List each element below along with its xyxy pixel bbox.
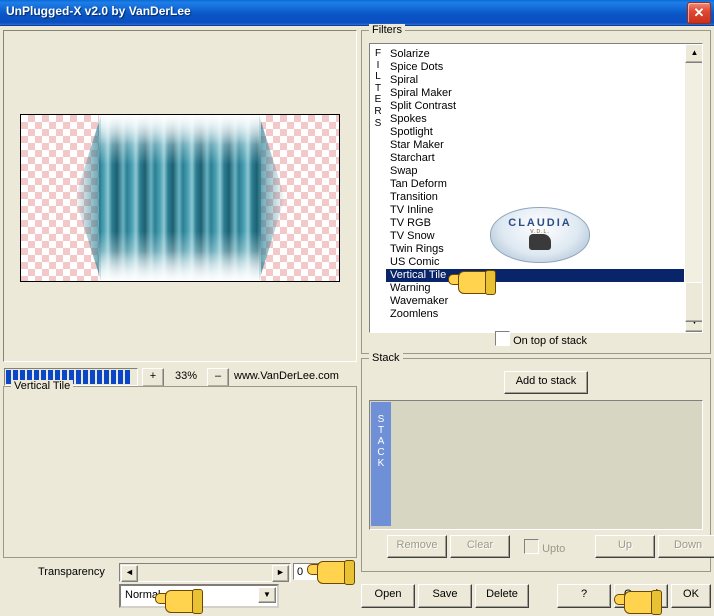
filter-list-item[interactable]: Spice Dots — [386, 61, 684, 74]
filter-list-item[interactable]: Split Contrast — [386, 100, 684, 113]
stack-list[interactable]: STACK — [369, 400, 703, 530]
filter-list-item[interactable]: Spiral Maker — [386, 87, 684, 100]
claudia-watermark-text: CLAUDIA — [508, 217, 572, 229]
remove-button[interactable]: Remove — [387, 535, 447, 558]
open-button[interactable]: Open — [361, 584, 415, 608]
filters-group: Filters FILTERS Solarize Spice Dots Spiral… — [361, 24, 711, 354]
preview-image[interactable] — [20, 114, 340, 282]
add-to-stack-button[interactable]: Add to stack — [504, 371, 588, 394]
dog-icon — [529, 234, 551, 250]
filter-list-items[interactable]: Solarize Spice Dots Spiral Spiral Maker Spli… — [386, 48, 684, 321]
filter-settings-group: Vertical Tile — [3, 380, 357, 558]
window-title: UnPlugged-X v2.0 by VanDerLee — [6, 4, 191, 18]
transparency-left-arrow[interactable]: ◄ — [121, 565, 138, 582]
zoom-out-button[interactable]: – — [207, 368, 229, 387]
stack-legend: Stack — [369, 352, 403, 364]
vendor-url-label: www.VanDerLee.com — [234, 370, 339, 382]
on-top-of-stack-label: On top of stack — [513, 335, 588, 347]
checkbox-box[interactable] — [495, 331, 510, 346]
scroll-up-icon[interactable]: ▲ — [685, 44, 702, 63]
clear-button[interactable]: Clear — [450, 535, 510, 558]
filter-list-item[interactable]: Starchart — [386, 152, 684, 165]
upto-label: Upto — [542, 543, 566, 555]
transparency-slider[interactable]: ◄ ► — [119, 563, 291, 582]
filter-list-item[interactable]: Star Maker — [386, 139, 684, 152]
filter-list-item[interactable]: Wavemaker — [386, 295, 684, 308]
transparency-value-input[interactable]: 0 — [293, 563, 349, 580]
blend-mode-select[interactable]: Normal ▼ — [119, 584, 279, 608]
filter-list[interactable]: FILTERS Solarize Spice Dots Spiral Spiral M… — [369, 43, 703, 333]
filter-list-item[interactable]: Spiral — [386, 74, 684, 87]
save-button[interactable]: Save — [418, 584, 472, 608]
up-button[interactable]: Up — [595, 535, 655, 558]
claudia-watermark: CLAUDIA V.D.L. — [490, 207, 590, 263]
help-button[interactable]: ? — [557, 584, 611, 608]
transparency-label: Transparency — [38, 566, 105, 578]
filter-list-item[interactable]: Swap — [386, 165, 684, 178]
ok-button[interactable]: OK — [671, 584, 711, 608]
stack-button-row: Remove Clear Upto Up Down — [369, 535, 714, 559]
filters-legend: Filters — [369, 24, 405, 36]
filter-list-item[interactable]: Spotlight — [386, 126, 684, 139]
down-button[interactable]: Down — [658, 535, 714, 558]
close-icon[interactable]: ✕ — [687, 2, 711, 24]
filter-list-item[interactable]: Spokes — [386, 113, 684, 126]
checkbox-box-upto[interactable] — [524, 539, 539, 554]
preview-pane[interactable] — [3, 30, 357, 362]
scrollbar-track[interactable] — [685, 61, 702, 313]
chevron-down-icon[interactable]: ▼ — [258, 587, 276, 603]
filter-list-item[interactable]: Vertical Tile — [386, 269, 684, 282]
stack-group: Stack Add to stack STACK Remove Clear Up… — [361, 352, 714, 572]
on-top-of-stack-checkbox[interactable]: On top of stack — [495, 331, 587, 347]
filter-list-item[interactable]: Zoomlens — [386, 308, 684, 321]
filter-list-item[interactable]: Transition — [386, 191, 684, 204]
upto-checkbox[interactable]: Upto — [524, 539, 565, 555]
filters-sideword: FILTERS — [374, 48, 382, 129]
filter-list-item[interactable]: Warning — [386, 282, 684, 295]
zoom-percent-label: 33% — [174, 370, 198, 382]
bottom-button-row: Open Save Delete ? Cancel OK — [361, 584, 711, 608]
filter-list-item[interactable]: Solarize — [386, 48, 684, 61]
filter-list-scrollbar[interactable]: ▲ ▼ — [685, 44, 702, 332]
cancel-button[interactable]: Cancel — [614, 584, 668, 608]
stack-sideword: STACK — [371, 402, 391, 526]
scrollbar-thumb[interactable] — [685, 282, 702, 322]
zoom-in-button[interactable]: + — [142, 368, 164, 387]
filter-settings-legend: Vertical Tile — [11, 380, 74, 392]
filter-list-item[interactable]: Tan Deform — [386, 178, 684, 191]
window-title-bar: UnPlugged-X v2.0 by VanDerLee ✕ — [0, 0, 714, 26]
blend-mode-value: Normal — [125, 589, 161, 601]
transparency-row: Transparency ◄ ► 0 — [8, 563, 353, 583]
transparency-right-arrow[interactable]: ► — [272, 565, 289, 582]
delete-button[interactable]: Delete — [475, 584, 529, 608]
